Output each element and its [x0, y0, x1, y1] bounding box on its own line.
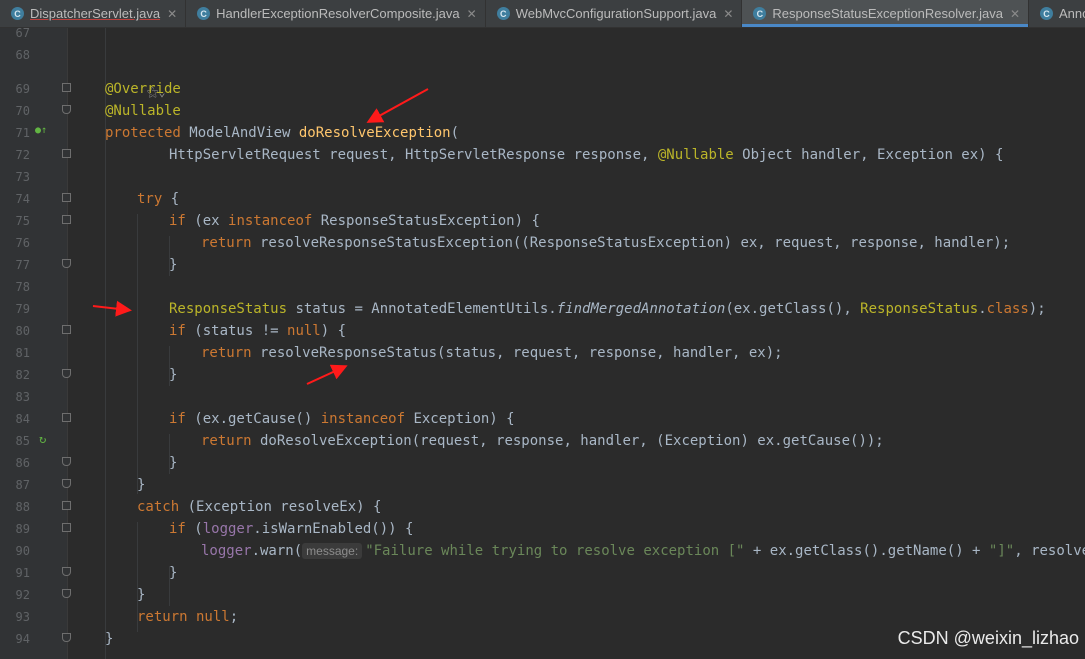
overrides-method-icon[interactable]: ●↑: [35, 126, 47, 136]
java-class-icon: C: [11, 7, 24, 20]
tab-3[interactable]: C WebMvcConfigurationSupport.java ✕: [486, 0, 743, 27]
tab-label: ResponseStatusExceptionResolver.java: [772, 6, 1003, 21]
tab-label: WebMvcConfigurationSupport.java: [515, 6, 717, 21]
tab-5[interactable]: C Annotated: [1029, 0, 1085, 27]
fold-marker[interactable]: [62, 259, 71, 268]
line-number: 88: [15, 500, 30, 514]
fold-marker[interactable]: [62, 193, 71, 202]
fold-marker[interactable]: [62, 633, 71, 642]
line-number: 83: [15, 390, 30, 404]
close-tab-icon[interactable]: ✕: [1010, 7, 1020, 21]
fold-marker[interactable]: [62, 325, 71, 334]
code-line-90: logger.warn(message: "Failure while tryin…: [201, 543, 1085, 559]
line-number: 77: [15, 258, 30, 272]
code-line-71: protected ModelAndView doResolveExceptio…: [105, 125, 460, 141]
line-number: 89: [15, 522, 30, 536]
line-number: 92: [15, 588, 30, 602]
line-number: 94: [15, 632, 30, 646]
code-line-86: }: [169, 455, 178, 471]
close-tab-icon[interactable]: ✕: [723, 7, 733, 21]
java-class-icon: C: [197, 7, 211, 20]
tab-label: HandlerExceptionResolverComposite.java: [216, 6, 460, 21]
close-tab-icon[interactable]: ✕: [167, 7, 177, 21]
code-line-85: return doResolveException(request, respo…: [201, 433, 884, 449]
line-number: 74: [15, 192, 30, 206]
java-class-icon: C: [496, 7, 510, 20]
java-class-icon: C: [753, 7, 767, 20]
line-number: 91: [15, 566, 30, 580]
recursive-call-icon[interactable]: ↻: [39, 433, 46, 445]
fold-marker[interactable]: [62, 369, 71, 378]
fold-marker[interactable]: [62, 83, 71, 92]
code-line-92: }: [137, 587, 146, 603]
code-line-88: catch (Exception resolveEx) {: [137, 499, 382, 515]
line-number: 82: [15, 368, 30, 382]
close-tab-icon[interactable]: ✕: [467, 7, 477, 21]
code-line-80: if (status != null) {: [169, 323, 347, 339]
editor-tab-bar: C DispatcherServlet.java ✕ C HandlerExceptio…: [0, 0, 1085, 28]
code-line-74: try {: [137, 191, 180, 207]
fold-marker[interactable]: [62, 149, 71, 158]
line-number: 85: [15, 434, 30, 448]
code-line-79: ResponseStatus status = AnnotatedElement…: [169, 301, 1046, 317]
code-line-94: }: [105, 631, 114, 647]
tab-2[interactable]: C HandlerExceptionResolverComposite.java ✕: [186, 0, 486, 27]
fold-marker[interactable]: [62, 589, 71, 598]
tab-label: DispatcherServlet.java: [30, 6, 161, 21]
line-number: 87: [15, 478, 30, 492]
editor-gutter: 67 68 69 70 71 72 73 74 75 76 77 78 79 80 81 82 83 84 85 86…: [0, 26, 71, 659]
code-line-75: if (ex instanceof ResponseStatusExceptio…: [169, 213, 540, 229]
code-line-70: @Nullable: [105, 103, 181, 119]
code-line-87: }: [137, 477, 146, 493]
line-number: 72: [15, 148, 30, 162]
code-line-77: }: [169, 257, 178, 273]
line-number: 93: [15, 610, 30, 624]
fold-marker[interactable]: [62, 215, 71, 224]
code-editor[interactable]: ⚝⌄ @Override @Nullable protected ModelAn…: [73, 28, 1085, 659]
code-line-76: return resolveResponseStatusException((R…: [201, 235, 1011, 251]
line-number: 90: [15, 544, 30, 558]
tab-4[interactable]: C ResponseStatusExceptionResolver.java ✕: [742, 0, 1030, 27]
code-line-82: }: [169, 367, 178, 383]
line-number: 84: [15, 412, 30, 426]
code-line-81: return resolveResponseStatus(status, req…: [201, 345, 783, 361]
code-line-91: }: [169, 565, 178, 581]
fold-marker[interactable]: [62, 501, 71, 510]
line-number: 76: [15, 236, 30, 250]
line-number: 71: [15, 126, 30, 140]
fold-marker[interactable]: [62, 457, 71, 466]
line-number: 75: [15, 214, 30, 228]
line-number: 81: [15, 346, 30, 360]
line-number: 68: [15, 48, 30, 62]
fold-marker[interactable]: [62, 479, 71, 488]
line-number: 86: [15, 456, 30, 470]
fold-marker[interactable]: [62, 105, 71, 114]
parameter-hint: message:: [302, 543, 363, 559]
code-line-89: if (logger.isWarnEnabled()) {: [169, 521, 414, 537]
line-number: 69: [15, 82, 30, 96]
fold-marker[interactable]: [62, 567, 71, 576]
line-number: 80: [15, 324, 30, 338]
line-number: 67: [15, 26, 30, 40]
java-class-icon: C: [1040, 7, 1054, 20]
code-line-84: if (ex.getCause() instanceof Exception) …: [169, 411, 515, 427]
fold-marker[interactable]: [62, 413, 71, 422]
code-line-69: @Override: [105, 81, 181, 97]
tab-label: Annotated: [1059, 6, 1085, 21]
line-number: 73: [15, 170, 30, 184]
code-line-93: return null;: [137, 609, 239, 625]
fold-marker[interactable]: [62, 523, 71, 532]
line-number: 79: [15, 302, 30, 316]
line-number: 78: [15, 280, 30, 294]
watermark: CSDN @weixin_lizhao: [897, 628, 1079, 648]
code-line-72: HttpServletRequest request, HttpServletR…: [169, 147, 1004, 163]
line-number: 70: [15, 104, 30, 118]
